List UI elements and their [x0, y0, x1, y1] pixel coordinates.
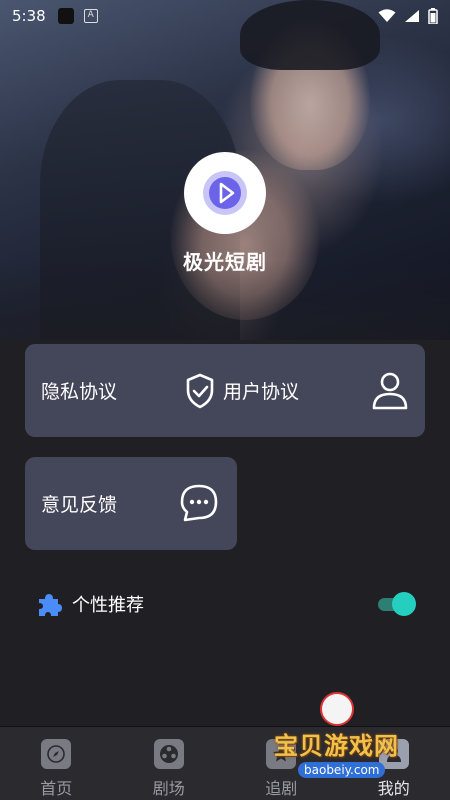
feedback-button[interactable]: 意见反馈 — [41, 457, 117, 550]
status-time: 5:38 — [12, 7, 46, 25]
toggle-knob — [392, 592, 416, 616]
signal-icon — [405, 10, 419, 22]
shield-check-icon — [186, 373, 214, 408]
nav-item-home[interactable]: 首页 — [0, 727, 113, 800]
app-notification-icon: A — [83, 9, 98, 23]
status-bar: 5:38 A — [0, 0, 450, 32]
profile-icon — [378, 739, 409, 769]
privacy-policy-label: 隐私协议 — [41, 381, 118, 403]
play-logo-icon — [203, 171, 247, 215]
nav-item-theater[interactable]: 剧场 — [113, 727, 226, 800]
agreements-card: 隐私协议 用户协议 — [25, 344, 425, 437]
app-name: 极光短剧 — [183, 250, 267, 274]
nav-item-follow[interactable]: 追剧 — [225, 727, 338, 800]
nav-item-mine[interactable]: 我的 — [338, 727, 450, 800]
feedback-card[interactable]: 意见反馈 — [25, 457, 237, 550]
app-logo — [184, 152, 266, 234]
compass-icon — [41, 739, 72, 769]
recommendation-toggle[interactable] — [376, 592, 416, 616]
star-icon — [266, 739, 297, 769]
feedback-label: 意见反馈 — [41, 494, 118, 516]
film-reel-icon — [153, 739, 184, 769]
watermark-mascot-icon — [320, 692, 354, 726]
recommendation-label: 个性推荐 — [72, 595, 144, 616]
user-agreement-label: 用户协议 — [223, 381, 300, 403]
nav-label-mine: 我的 — [377, 779, 410, 798]
wifi-icon — [378, 9, 396, 22]
nav-label-home: 首页 — [40, 779, 73, 798]
chat-bubble-icon — [180, 484, 218, 522]
nav-label-follow: 追剧 — [265, 779, 298, 798]
user-profile-icon[interactable] — [371, 371, 409, 411]
puzzle-icon — [39, 594, 62, 616]
nav-label-theater: 剧场 — [152, 779, 185, 798]
privacy-policy-button[interactable]: 隐私协议 — [41, 344, 117, 437]
notification-square-icon — [57, 8, 74, 24]
personalized-recommendation-row: 个性推荐 — [36, 588, 416, 620]
user-agreement-button[interactable]: 用户协议 — [185, 344, 299, 437]
battery-icon — [428, 8, 438, 24]
bottom-nav: 首页 剧场 追剧 我的 — [0, 726, 450, 800]
